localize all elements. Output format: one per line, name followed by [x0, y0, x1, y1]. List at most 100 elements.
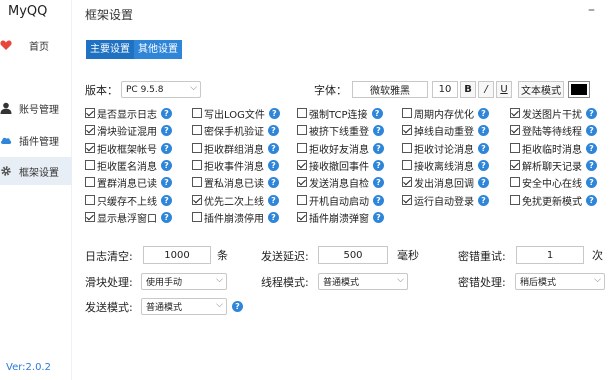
checkbox-unchecked[interactable]: [297, 108, 307, 118]
option-checkbox[interactable]: 运行自动登录?: [402, 193, 489, 208]
help-icon[interactable]: ?: [161, 142, 172, 154]
checkbox-unchecked[interactable]: [510, 143, 520, 153]
checkbox-unchecked[interactable]: [192, 143, 202, 153]
help-icon[interactable]: ?: [161, 194, 172, 206]
option-checkbox[interactable]: 开机自动启动?: [297, 193, 384, 208]
option-checkbox[interactable]: 置私消息已读?: [192, 175, 279, 190]
help-icon[interactable]: ?: [161, 211, 172, 223]
help-icon[interactable]: ?: [586, 107, 597, 119]
send-delay-input[interactable]: 500: [318, 246, 388, 264]
text-mode-button[interactable]: 文本模式: [518, 81, 564, 98]
option-checkbox[interactable]: 接收撤回事件?: [297, 158, 384, 173]
checkbox-unchecked[interactable]: [85, 177, 95, 187]
option-checkbox[interactable]: 掉线自动重登?: [402, 123, 489, 138]
option-checkbox[interactable]: 显示悬浮窗口?: [85, 210, 172, 225]
pwd-retry-input[interactable]: 1: [516, 246, 584, 264]
help-icon[interactable]: ?: [232, 301, 243, 312]
font-color-swatch[interactable]: [568, 81, 590, 98]
checkbox-unchecked[interactable]: [192, 212, 202, 222]
checkbox-unchecked[interactable]: [402, 143, 412, 153]
option-checkbox[interactable]: 免扰更新模式?: [510, 193, 597, 208]
help-icon[interactable]: ?: [373, 211, 384, 223]
checkbox-unchecked[interactable]: [192, 160, 202, 170]
checkbox-checked[interactable]: [297, 160, 307, 170]
send-mode-select[interactable]: 普通模式 ⌵: [141, 298, 227, 315]
font-name-field[interactable]: 微软雅黑: [352, 81, 428, 98]
checkbox-checked[interactable]: [297, 212, 307, 222]
help-icon[interactable]: ?: [478, 159, 489, 171]
tab-other-settings[interactable]: 其他设置: [134, 40, 182, 59]
option-checkbox[interactable]: 登陆等待线程?: [510, 123, 597, 138]
option-checkbox[interactable]: 被挤下线重登?: [297, 123, 384, 138]
option-checkbox[interactable]: 拒收好友消息?: [297, 141, 384, 156]
help-icon[interactable]: ?: [373, 194, 384, 206]
sidebar-item-settings[interactable]: 框架设置: [0, 157, 72, 185]
checkbox-unchecked[interactable]: [85, 160, 95, 170]
help-icon[interactable]: ?: [161, 159, 172, 171]
option-checkbox[interactable]: 插件崩溃停用?: [192, 210, 279, 225]
option-checkbox[interactable]: 接收离线消息?: [402, 158, 489, 173]
help-icon[interactable]: ?: [478, 107, 489, 119]
help-icon[interactable]: ?: [268, 176, 279, 188]
checkbox-unchecked[interactable]: [402, 108, 412, 118]
checkbox-checked[interactable]: [85, 125, 95, 135]
help-icon[interactable]: ?: [268, 142, 279, 154]
help-icon[interactable]: ?: [373, 176, 384, 188]
font-size-field[interactable]: 10: [432, 81, 458, 98]
checkbox-checked[interactable]: [510, 160, 520, 170]
option-checkbox[interactable]: 优先二次上线?: [192, 193, 279, 208]
help-icon[interactable]: ?: [268, 159, 279, 171]
help-icon[interactable]: ?: [586, 176, 597, 188]
sidebar-item-home[interactable]: 首页: [0, 31, 72, 59]
tab-main-settings[interactable]: 主要设置: [86, 40, 134, 59]
checkbox-checked[interactable]: [85, 108, 95, 118]
checkbox-unchecked[interactable]: [510, 177, 520, 187]
help-icon[interactable]: ?: [586, 124, 597, 136]
help-icon[interactable]: ?: [161, 124, 172, 136]
thread-mode-select[interactable]: 普通模式 ⌵: [318, 273, 408, 290]
help-icon[interactable]: ?: [161, 107, 172, 119]
option-checkbox[interactable]: 发出消息回调?: [402, 175, 489, 190]
option-checkbox[interactable]: 发送图片干扰?: [510, 106, 597, 121]
help-icon[interactable]: ?: [373, 159, 384, 171]
option-checkbox[interactable]: 置群消息已读?: [85, 175, 172, 190]
option-checkbox[interactable]: 拒收事件消息?: [192, 158, 279, 173]
version-select[interactable]: PC 9.5.8 ⌵: [121, 81, 201, 98]
sidebar-item-accounts[interactable]: 账号管理: [0, 94, 72, 122]
checkbox-checked[interactable]: [402, 177, 412, 187]
help-icon[interactable]: ?: [268, 194, 279, 206]
checkbox-unchecked[interactable]: [402, 160, 412, 170]
option-checkbox[interactable]: 拒收群组消息?: [192, 141, 279, 156]
option-checkbox[interactable]: 周期内存优化?: [402, 106, 489, 121]
option-checkbox[interactable]: 拒收临时消息?: [510, 141, 597, 156]
option-checkbox[interactable]: 拒收框架帐号?: [85, 141, 172, 156]
checkbox-checked[interactable]: [85, 143, 95, 153]
option-checkbox[interactable]: 插件崩溃弹窗?: [297, 210, 384, 225]
log-clear-input[interactable]: 1000: [143, 246, 211, 264]
underline-button[interactable]: U: [496, 81, 512, 98]
help-icon[interactable]: ?: [373, 142, 384, 154]
option-checkbox[interactable]: 写出LOG文件?: [192, 106, 280, 121]
option-checkbox[interactable]: 拒收匿名消息?: [85, 158, 172, 173]
option-checkbox[interactable]: 解析聊天记录?: [510, 158, 597, 173]
option-checkbox[interactable]: 强制TCP连接?: [297, 106, 383, 121]
option-checkbox[interactable]: 只缓存不上线?: [85, 193, 172, 208]
help-icon[interactable]: ?: [161, 176, 172, 188]
checkbox-unchecked[interactable]: [192, 108, 202, 118]
help-icon[interactable]: ?: [478, 194, 489, 206]
checkbox-checked[interactable]: [510, 125, 520, 135]
slider-mode-select[interactable]: 使用手动 ⌵: [141, 273, 227, 290]
checkbox-unchecked[interactable]: [510, 195, 520, 205]
option-checkbox[interactable]: 安全中心在线?: [510, 175, 597, 190]
help-icon[interactable]: ?: [586, 159, 597, 171]
checkbox-checked[interactable]: [85, 212, 95, 222]
help-icon[interactable]: ?: [586, 194, 597, 206]
help-icon[interactable]: ?: [478, 124, 489, 136]
option-checkbox[interactable]: 滑块验证混用?: [85, 123, 172, 138]
checkbox-checked[interactable]: [402, 125, 412, 135]
checkbox-checked[interactable]: [510, 108, 520, 118]
checkbox-checked[interactable]: [192, 195, 202, 205]
help-icon[interactable]: ?: [373, 124, 384, 136]
help-icon[interactable]: ?: [478, 176, 489, 188]
checkbox-checked[interactable]: [297, 177, 307, 187]
